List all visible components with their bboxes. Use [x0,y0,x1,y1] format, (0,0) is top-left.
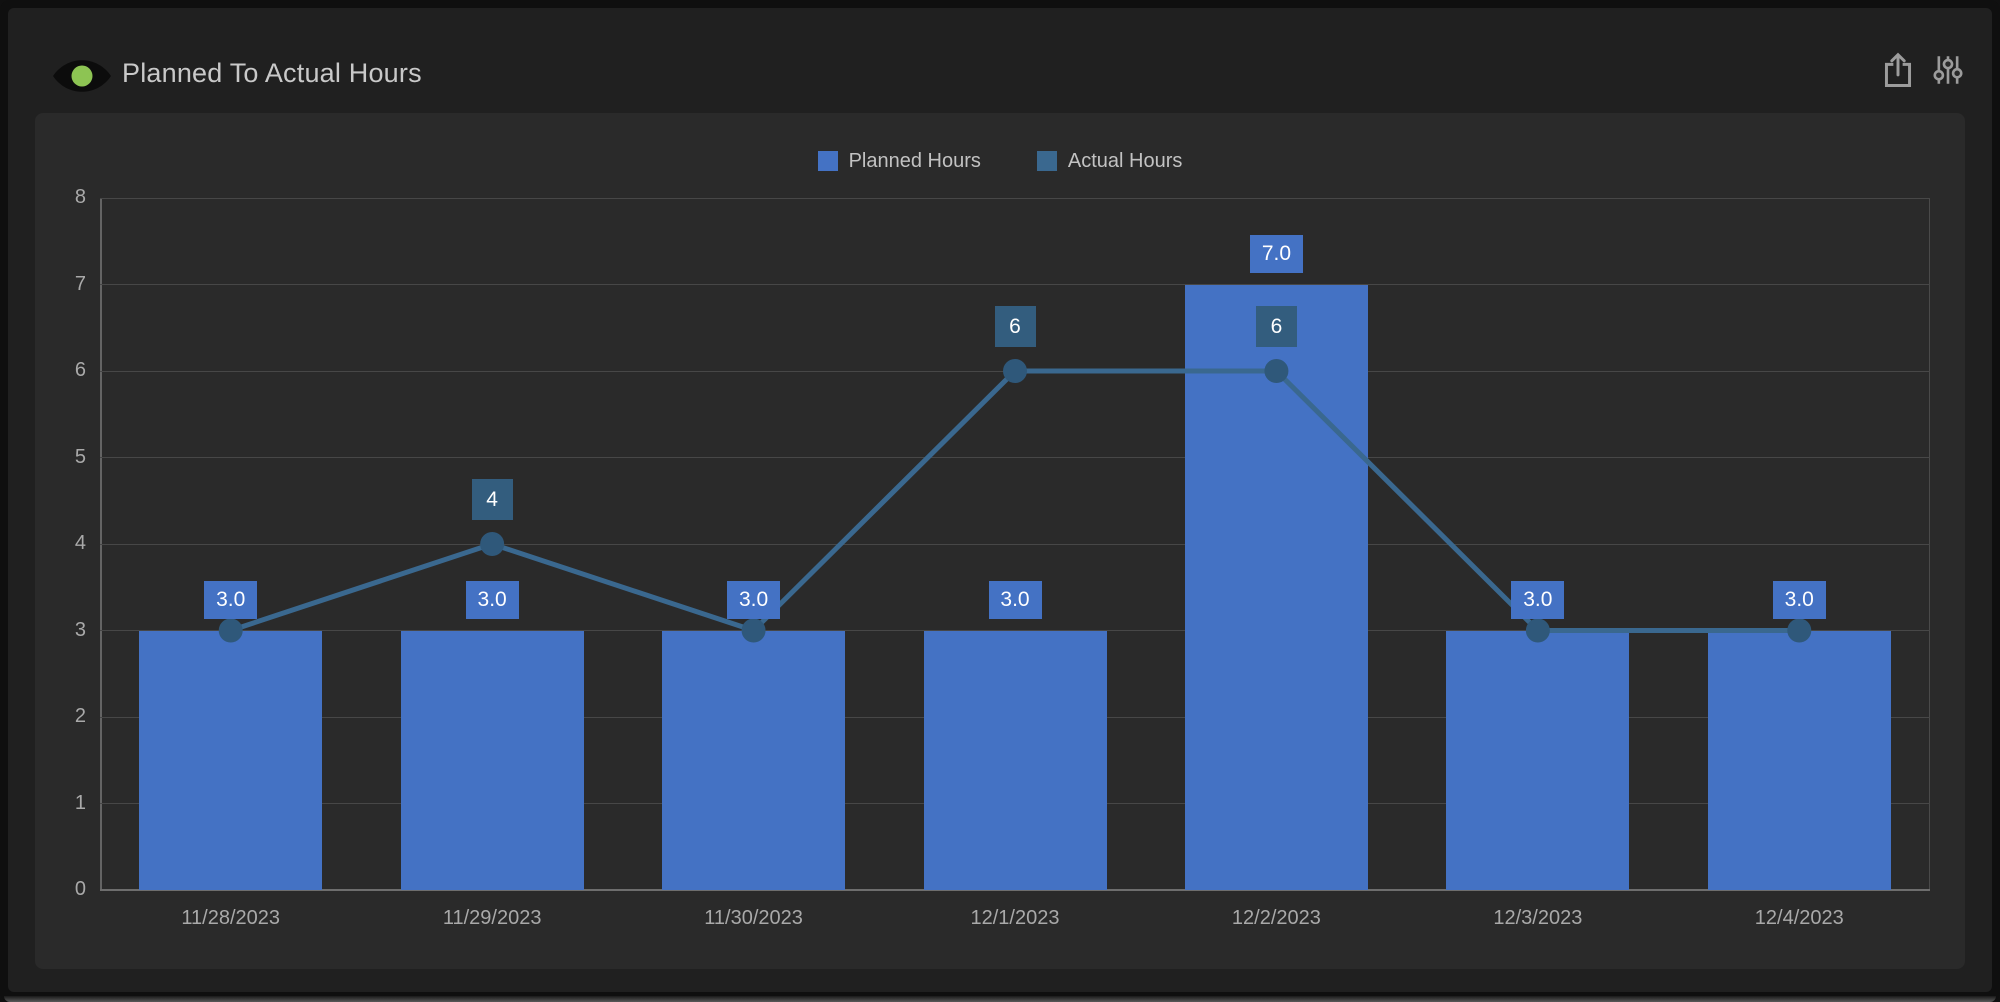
legend-swatch-actual [1037,151,1057,171]
line-point-marker[interactable] [1264,359,1288,383]
bar-value-label: 3.0 [204,581,257,619]
y-tick-label: 2 [42,705,86,728]
line-point-marker[interactable] [480,532,504,556]
legend-swatch-planned [818,151,838,171]
y-tick-label: 3 [42,619,86,642]
line-point-marker[interactable] [1003,359,1027,383]
line-point-marker[interactable] [219,619,243,643]
visibility-eye-icon[interactable] [50,50,114,102]
x-tick-label: 12/4/2023 [1689,907,1909,930]
x-tick-label: 11/29/2023 [382,907,602,930]
y-tick-label: 1 [42,792,86,815]
line-series-actual-hours [100,198,1930,890]
y-tick-label: 8 [42,186,86,209]
widget-window: Planned To Actual Hours [8,8,1992,992]
line-point-marker[interactable] [1526,619,1550,643]
legend-item-actual-hours[interactable]: Actual Hours [1037,150,1183,173]
y-tick-label: 5 [42,446,86,469]
legend-item-planned-hours[interactable]: Planned Hours [818,150,981,173]
settings-sliders-icon[interactable] [1932,53,1966,91]
x-tick-label: 12/2/2023 [1166,907,1386,930]
y-tick-label: 6 [42,359,86,382]
y-tick-label: 0 [42,878,86,901]
chart-legend: Planned Hours Actual Hours [35,149,1965,173]
line-value-label: 4 [472,479,513,520]
page-title: Planned To Actual Hours [122,58,422,89]
bar-value-label: 3.0 [727,581,780,619]
line-point-marker[interactable] [1787,619,1811,643]
x-tick-label: 11/28/2023 [121,907,341,930]
app-frame: Planned To Actual Hours [0,0,2000,1002]
bar-value-label: 7.0 [1250,235,1303,273]
bar-value-label: 3.0 [1773,581,1826,619]
line-value-label: 6 [1256,306,1297,347]
share-icon[interactable] [1881,51,1915,89]
y-tick-label: 4 [42,532,86,555]
x-tick-label: 11/30/2023 [644,907,864,930]
legend-label-actual: Actual Hours [1068,150,1183,173]
bar-value-label: 3.0 [989,581,1042,619]
widget-header: Planned To Actual Hours [8,8,1992,113]
x-tick-label: 12/1/2023 [905,907,1125,930]
line-point-marker[interactable] [742,619,766,643]
chart-card: Planned Hours Actual Hours 3.0 3.0 3.0 3.0 7… [35,113,1965,969]
line-value-label: 6 [995,306,1036,347]
x-tick-label: 12/3/2023 [1428,907,1648,930]
legend-label-planned: Planned Hours [849,150,981,173]
y-tick-label: 7 [42,273,86,296]
bar-value-label: 3.0 [1511,581,1564,619]
window-bottom-edge [4,996,1996,1002]
plot-area: 3.0 3.0 3.0 3.0 7.0 3.0 3.0 4 6 6 [100,198,1930,890]
bar-value-label: 3.0 [466,581,519,619]
